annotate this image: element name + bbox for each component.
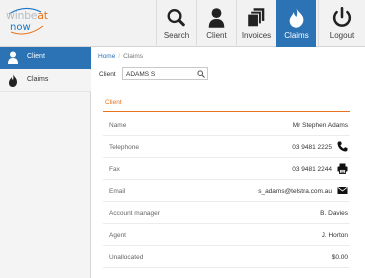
detail-value: B. Davies [320,210,348,217]
phone-icon[interactable] [337,141,348,152]
detail-value: 03 9481 2244 [292,166,332,173]
client-search-input[interactable]: ADAMS S [122,67,208,80]
sidebar-item-label: Client [27,53,45,60]
detail-row-telephone: Telephone 03 9481 2225 [103,136,350,158]
detail-value: $0.00 [331,254,348,261]
search-icon [167,9,185,27]
search-icon[interactable] [197,70,205,78]
nav-claims-button[interactable]: Claims [276,0,316,47]
top-bar: winbeat now Search Client Invoices Claim… [0,0,365,47]
sidebar-item-client[interactable]: Client [0,47,91,69]
nav-logout-button[interactable]: Logout [318,0,365,47]
sidebar: Client Claims [0,47,91,278]
nav-claims-label: Claims [284,31,309,40]
sidebar-item-claims[interactable]: Claims [0,70,91,92]
client-search-label: Client [99,71,116,78]
detail-row-account-manager: Account manager B. Davies [103,202,350,224]
detail-label: Telephone [109,144,139,151]
power-icon [332,7,352,27]
detail-label: Account manager [109,210,160,217]
detail-label: Unallocated [109,254,144,261]
nav-client-button[interactable]: Client [196,0,236,47]
detail-label: Name [109,122,127,129]
breadcrumb-home-link[interactable]: Home [98,53,115,60]
client-search-value: ADAMS S [126,71,156,78]
nav-search-button[interactable]: Search [156,0,196,47]
invoices-icon [247,8,265,28]
detail-row-unallocated: Unallocated $0.00 [103,246,350,268]
detail-value: 03 9481 2225 [292,144,332,151]
detail-label: Email [109,188,126,195]
section-divider [103,111,350,112]
client-details: Name Mr Stephen Adams Telephone 03 9481 … [103,114,350,268]
user-icon [8,51,18,64]
detail-label: Agent [109,232,126,239]
logo-text-winbeat: winbeat [6,9,48,22]
breadcrumb-current: Claims [123,53,144,60]
detail-label: Fax [109,166,120,173]
envelope-icon[interactable] [337,185,348,196]
nav-invoices-button[interactable]: Invoices [236,0,276,47]
detail-row-fax: Fax 03 9481 2244 [103,158,350,180]
detail-row-email: Email s_adams@telstra.com.au [103,180,350,202]
section-title: Client [105,99,122,106]
sidebar-item-label: Claims [27,76,49,83]
logo-text-now: now [10,22,31,33]
detail-row-name: Name Mr Stephen Adams [103,114,350,136]
winbeat-now-logo[interactable]: winbeat now [6,6,48,40]
breadcrumb-separator: / [118,53,121,60]
printer-icon[interactable] [337,163,348,174]
detail-value: J. Horton [321,232,348,239]
detail-row-agent: Agent J. Horton [103,224,350,246]
breadcrumb: Home / Claims [98,53,143,60]
flame-icon [289,8,304,28]
detail-value: Mr Stephen Adams [292,122,348,129]
user-icon [208,8,225,28]
detail-value: s_adams@telstra.com.au [258,188,332,195]
nav-logout-label: Logout [329,31,355,40]
flame-icon [9,74,17,87]
